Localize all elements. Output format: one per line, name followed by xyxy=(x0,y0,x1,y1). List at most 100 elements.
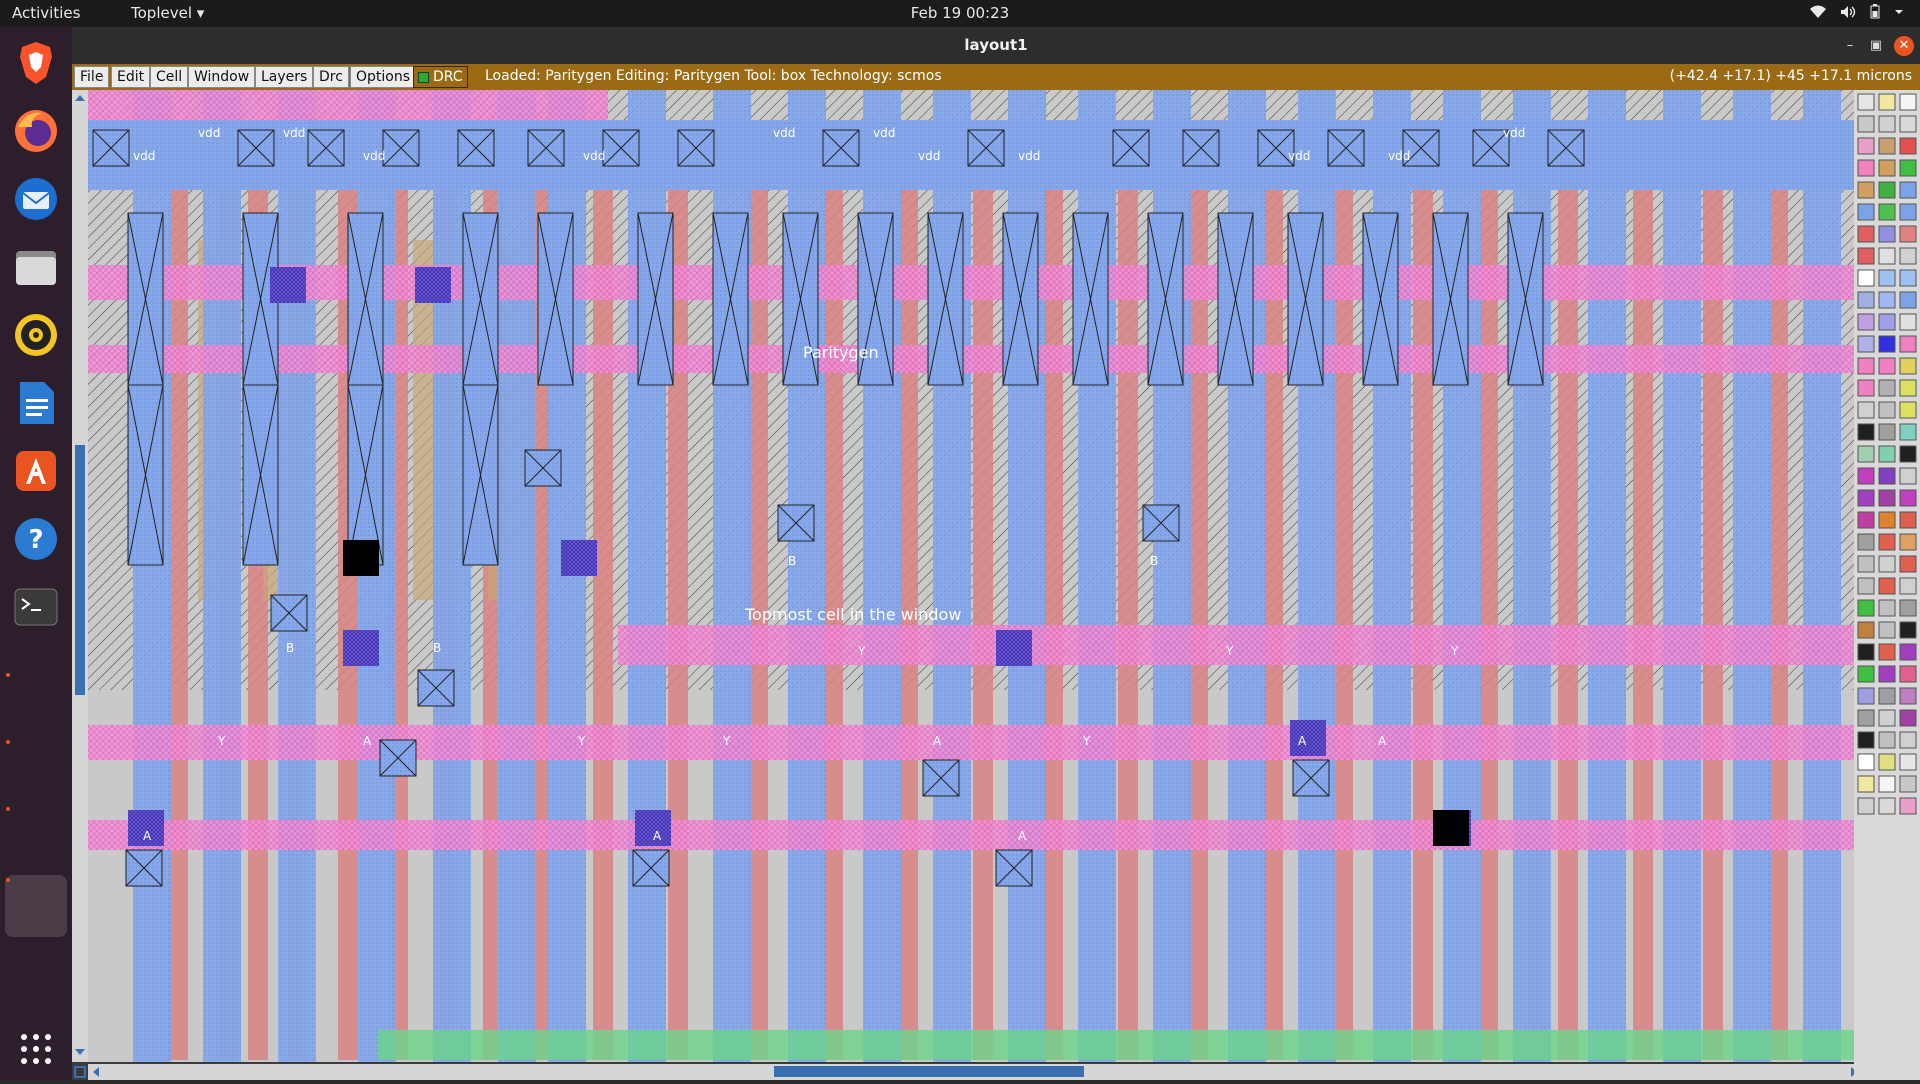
layer-swatch[interactable] xyxy=(1857,489,1875,507)
layer-swatch[interactable] xyxy=(1878,313,1896,331)
layer-swatch[interactable] xyxy=(1878,93,1896,111)
layer-swatch[interactable] xyxy=(1899,467,1917,485)
menu-file[interactable]: File xyxy=(74,66,110,88)
layer-swatch[interactable] xyxy=(1857,665,1875,683)
layer-swatch[interactable] xyxy=(1878,269,1896,287)
layer-swatch[interactable] xyxy=(1899,533,1917,551)
layer-swatch[interactable] xyxy=(1899,555,1917,573)
layer-swatch[interactable] xyxy=(1899,687,1917,705)
clock[interactable]: Feb 19 00:23 xyxy=(911,4,1009,22)
layer-swatch[interactable] xyxy=(1878,555,1896,573)
layer-swatch[interactable] xyxy=(1899,709,1917,727)
layer-swatch[interactable] xyxy=(1878,357,1896,375)
layer-swatch[interactable] xyxy=(1899,489,1917,507)
layer-swatch[interactable] xyxy=(1878,379,1896,397)
layer-swatch[interactable] xyxy=(1857,643,1875,661)
layer-swatch[interactable] xyxy=(1899,797,1917,815)
layer-swatch[interactable] xyxy=(1878,599,1896,617)
layer-swatch[interactable] xyxy=(1878,511,1896,529)
layer-swatch[interactable] xyxy=(1857,511,1875,529)
layer-swatch[interactable] xyxy=(1857,203,1875,221)
layer-swatch[interactable] xyxy=(1899,137,1917,155)
layer-swatch[interactable] xyxy=(1899,93,1917,111)
layer-swatch[interactable] xyxy=(1857,775,1875,793)
layer-swatch[interactable] xyxy=(1878,731,1896,749)
activities-button[interactable]: Activities xyxy=(12,4,80,22)
layer-swatch[interactable] xyxy=(1878,775,1896,793)
layer-swatch[interactable] xyxy=(1899,291,1917,309)
layer-swatch[interactable] xyxy=(1878,467,1896,485)
layer-swatch[interactable] xyxy=(1899,159,1917,177)
layer-swatch[interactable] xyxy=(1857,115,1875,133)
layer-swatch[interactable] xyxy=(1899,335,1917,353)
vertical-scrollbar[interactable] xyxy=(72,90,88,1062)
layer-swatch[interactable] xyxy=(1857,621,1875,639)
layer-swatch[interactable] xyxy=(1857,753,1875,771)
layer-swatch[interactable] xyxy=(1857,533,1875,551)
layer-swatch[interactable] xyxy=(1899,599,1917,617)
battery-icon[interactable] xyxy=(1870,4,1880,19)
layer-swatch[interactable] xyxy=(1878,115,1896,133)
layer-swatch[interactable] xyxy=(1878,797,1896,815)
thunderbird-icon[interactable] xyxy=(12,175,60,223)
layer-swatch[interactable] xyxy=(1899,181,1917,199)
layer-swatch[interactable] xyxy=(1857,401,1875,419)
layer-swatch[interactable] xyxy=(1857,687,1875,705)
system-tray[interactable] xyxy=(1810,4,1904,19)
layer-swatch[interactable] xyxy=(1899,379,1917,397)
layer-swatch[interactable] xyxy=(1857,797,1875,815)
menu-edit[interactable]: Edit xyxy=(111,66,151,88)
layer-swatch[interactable] xyxy=(1878,687,1896,705)
layer-swatch[interactable] xyxy=(1899,313,1917,331)
layer-swatch[interactable] xyxy=(1899,247,1917,265)
layer-swatch[interactable] xyxy=(1878,291,1896,309)
libreoffice-writer-icon[interactable] xyxy=(12,379,60,427)
app-menu[interactable]: Toplevel ▾ xyxy=(131,4,204,22)
app-center-icon[interactable] xyxy=(12,447,60,495)
drc-status-button[interactable]: DRC xyxy=(413,66,468,88)
layer-swatch[interactable] xyxy=(1878,137,1896,155)
layer-swatch[interactable] xyxy=(1857,379,1875,397)
layer-swatch[interactable] xyxy=(1899,753,1917,771)
layer-swatch[interactable] xyxy=(1857,445,1875,463)
files-icon[interactable] xyxy=(12,243,60,291)
minimize-icon[interactable]: – xyxy=(1840,36,1860,56)
layer-swatch[interactable] xyxy=(1857,357,1875,375)
menu-layers[interactable]: Layers xyxy=(255,66,314,88)
layer-swatch[interactable] xyxy=(1878,335,1896,353)
layer-swatch[interactable] xyxy=(1899,225,1917,243)
system-menu-chevron-icon[interactable] xyxy=(1894,8,1904,16)
layer-swatch[interactable] xyxy=(1857,709,1875,727)
layer-swatch[interactable] xyxy=(1899,621,1917,639)
layer-swatch[interactable] xyxy=(1857,247,1875,265)
layer-swatch[interactable] xyxy=(1857,423,1875,441)
layer-swatch[interactable] xyxy=(1878,225,1896,243)
layer-swatch[interactable] xyxy=(1878,203,1896,221)
layer-swatch[interactable] xyxy=(1857,577,1875,595)
layer-swatch[interactable] xyxy=(1899,357,1917,375)
layer-swatch[interactable] xyxy=(1878,423,1896,441)
layer-swatch[interactable] xyxy=(1899,115,1917,133)
menu-options[interactable]: Options xyxy=(350,66,417,88)
layer-swatch[interactable] xyxy=(1857,225,1875,243)
layer-swatch[interactable] xyxy=(1857,269,1875,287)
layer-swatch[interactable] xyxy=(1857,313,1875,331)
layer-swatch[interactable] xyxy=(1899,577,1917,595)
layer-swatch[interactable] xyxy=(1857,137,1875,155)
horizontal-scroll-thumb[interactable] xyxy=(774,1066,1084,1077)
rhythmbox-icon[interactable] xyxy=(12,311,60,359)
layer-swatch[interactable] xyxy=(1857,159,1875,177)
layer-swatch[interactable] xyxy=(1857,467,1875,485)
menu-drc[interactable]: Drc xyxy=(313,66,349,88)
help-icon[interactable]: ? xyxy=(12,515,60,563)
scroll-left-icon[interactable] xyxy=(88,1064,104,1080)
layer-swatch[interactable] xyxy=(1857,93,1875,111)
menu-cell[interactable]: Cell xyxy=(150,66,189,88)
layer-swatch[interactable] xyxy=(1899,643,1917,661)
zoom-box-icon[interactable] xyxy=(72,1064,88,1080)
firefox-icon[interactable] xyxy=(12,107,60,155)
layer-swatch[interactable] xyxy=(1878,489,1896,507)
layer-swatch[interactable] xyxy=(1878,159,1896,177)
layer-swatch[interactable] xyxy=(1857,555,1875,573)
layer-swatch[interactable] xyxy=(1899,445,1917,463)
